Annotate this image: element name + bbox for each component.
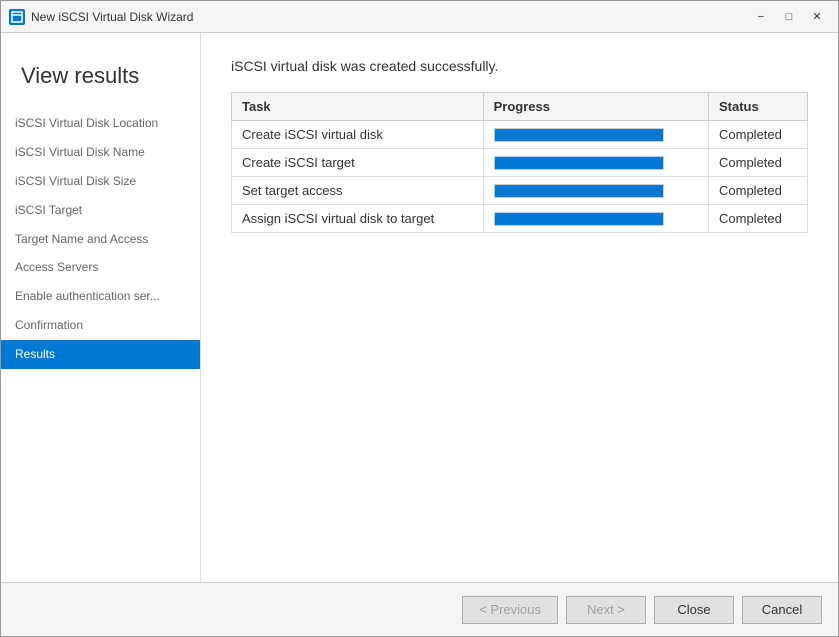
table-row: Set target access Completed — [232, 177, 808, 205]
cell-status: Completed — [709, 149, 808, 177]
cell-task: Assign iSCSI virtual disk to target — [232, 205, 484, 233]
progress-bar-container — [494, 156, 664, 170]
cell-task: Create iSCSI target — [232, 149, 484, 177]
nav-list: iSCSI Virtual Disk LocationiSCSI Virtual… — [1, 109, 200, 368]
maximize-button[interactable]: □ — [776, 7, 802, 27]
cell-status: Completed — [709, 177, 808, 205]
window-controls: − □ ✕ — [748, 7, 830, 27]
previous-button[interactable]: < Previous — [462, 596, 558, 624]
sidebar: View results iSCSI Virtual Disk Location… — [1, 33, 201, 582]
col-task: Task — [232, 93, 484, 121]
close-button[interactable]: Close — [654, 596, 734, 624]
title-bar: New iSCSI Virtual Disk Wizard − □ ✕ — [1, 1, 838, 33]
progress-bar-fill — [495, 129, 663, 141]
cell-progress — [483, 149, 708, 177]
success-message: iSCSI virtual disk was created successfu… — [231, 58, 808, 74]
content-area: View results iSCSI Virtual Disk Location… — [1, 33, 838, 582]
cell-progress — [483, 121, 708, 149]
sidebar-item-target-name-access[interactable]: Target Name and Access — [1, 225, 200, 254]
cell-task: Create iSCSI virtual disk — [232, 121, 484, 149]
sidebar-item-iscsi-size[interactable]: iSCSI Virtual Disk Size — [1, 167, 200, 196]
table-row: Create iSCSI target Completed — [232, 149, 808, 177]
sidebar-item-confirmation[interactable]: Confirmation — [1, 311, 200, 340]
next-button[interactable]: Next > — [566, 596, 646, 624]
table-header-row: Task Progress Status — [232, 93, 808, 121]
sidebar-item-iscsi-name[interactable]: iSCSI Virtual Disk Name — [1, 138, 200, 167]
footer: < Previous Next > Close Cancel — [1, 582, 838, 636]
progress-bar-container — [494, 212, 664, 226]
col-progress: Progress — [483, 93, 708, 121]
cell-status: Completed — [709, 205, 808, 233]
wizard-window: New iSCSI Virtual Disk Wizard − □ ✕ View… — [0, 0, 839, 637]
col-status: Status — [709, 93, 808, 121]
window-title: New iSCSI Virtual Disk Wizard — [31, 10, 748, 24]
window-close-button[interactable]: ✕ — [804, 7, 830, 27]
minimize-button[interactable]: − — [748, 7, 774, 27]
table-row: Assign iSCSI virtual disk to target Compl… — [232, 205, 808, 233]
cancel-button[interactable]: Cancel — [742, 596, 822, 624]
sidebar-item-access-servers[interactable]: Access Servers — [1, 253, 200, 282]
main-content: iSCSI virtual disk was created successfu… — [201, 33, 838, 582]
cell-status: Completed — [709, 121, 808, 149]
progress-bar-fill — [495, 185, 663, 197]
sidebar-item-iscsi-target[interactable]: iSCSI Target — [1, 196, 200, 225]
cell-progress — [483, 177, 708, 205]
sidebar-item-results[interactable]: Results — [1, 340, 200, 369]
cell-task: Set target access — [232, 177, 484, 205]
cell-progress — [483, 205, 708, 233]
table-row: Create iSCSI virtual disk Completed — [232, 121, 808, 149]
page-title: View results — [1, 53, 200, 109]
progress-bar-container — [494, 184, 664, 198]
sidebar-item-iscsi-location[interactable]: iSCSI Virtual Disk Location — [1, 109, 200, 138]
window-icon — [9, 9, 25, 25]
sidebar-item-enable-auth[interactable]: Enable authentication ser... — [1, 282, 200, 311]
results-tbody: Create iSCSI virtual diskCompletedCreate… — [232, 121, 808, 233]
results-table: Task Progress Status Create iSCSI virtua… — [231, 92, 808, 233]
progress-bar-fill — [495, 157, 663, 169]
progress-bar-container — [494, 128, 664, 142]
progress-bar-fill — [495, 213, 663, 225]
